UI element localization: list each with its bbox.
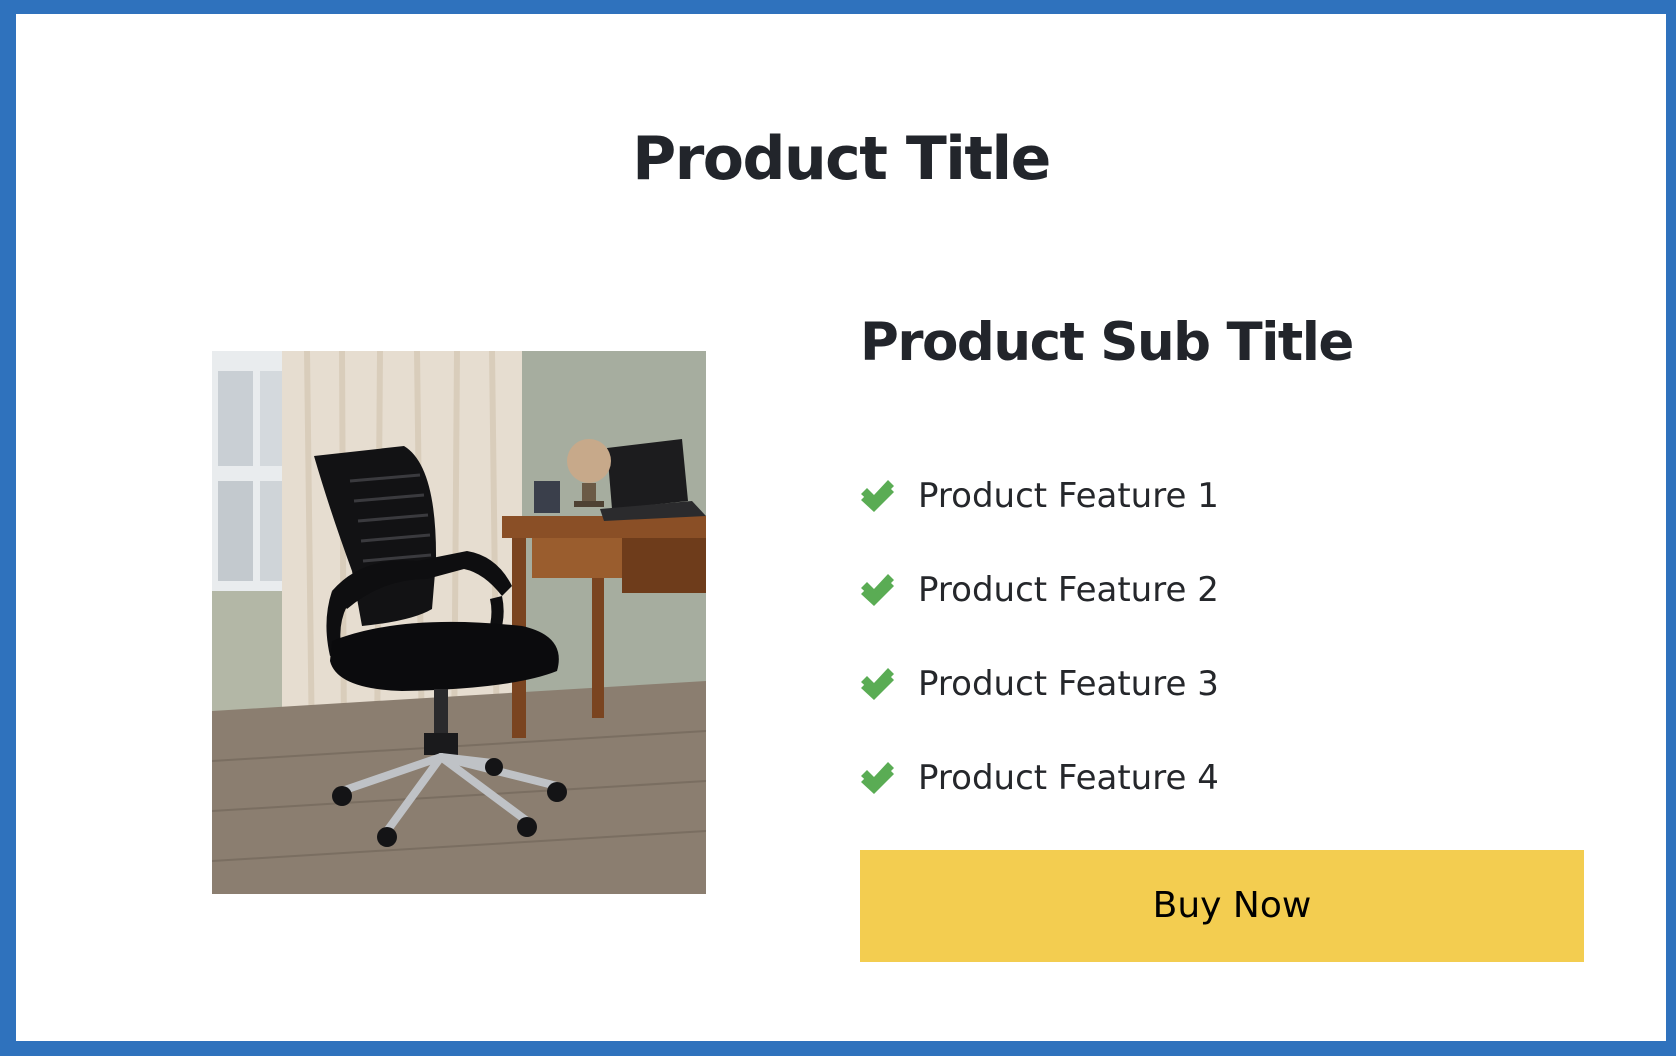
buy-now-label: Buy Now — [1152, 885, 1312, 926]
page-title: Product Title — [632, 124, 1051, 194]
check-double-icon — [861, 480, 894, 512]
check-double-icon — [861, 668, 894, 700]
product-image — [212, 351, 706, 894]
product-card: Product Title Product Sub Title Product … — [16, 14, 1666, 1041]
buy-now-button[interactable]: Buy Now — [860, 850, 1584, 962]
check-double-icon — [861, 574, 894, 606]
product-sub-title: Product Sub Title — [860, 312, 1354, 373]
list-item: Product Feature 2 — [860, 571, 1219, 665]
feature-label: Product Feature 3 — [918, 664, 1219, 704]
list-item: Product Feature 4 — [860, 759, 1219, 853]
feature-label: Product Feature 2 — [918, 570, 1219, 610]
feature-label: Product Feature 1 — [918, 476, 1219, 516]
list-item: Product Feature 3 — [860, 665, 1219, 759]
list-item: Product Feature 1 — [860, 477, 1219, 571]
feature-label: Product Feature 4 — [918, 758, 1219, 798]
check-double-icon — [861, 762, 894, 794]
feature-list: Product Feature 1 Product Feature 2 Prod… — [860, 477, 1219, 853]
